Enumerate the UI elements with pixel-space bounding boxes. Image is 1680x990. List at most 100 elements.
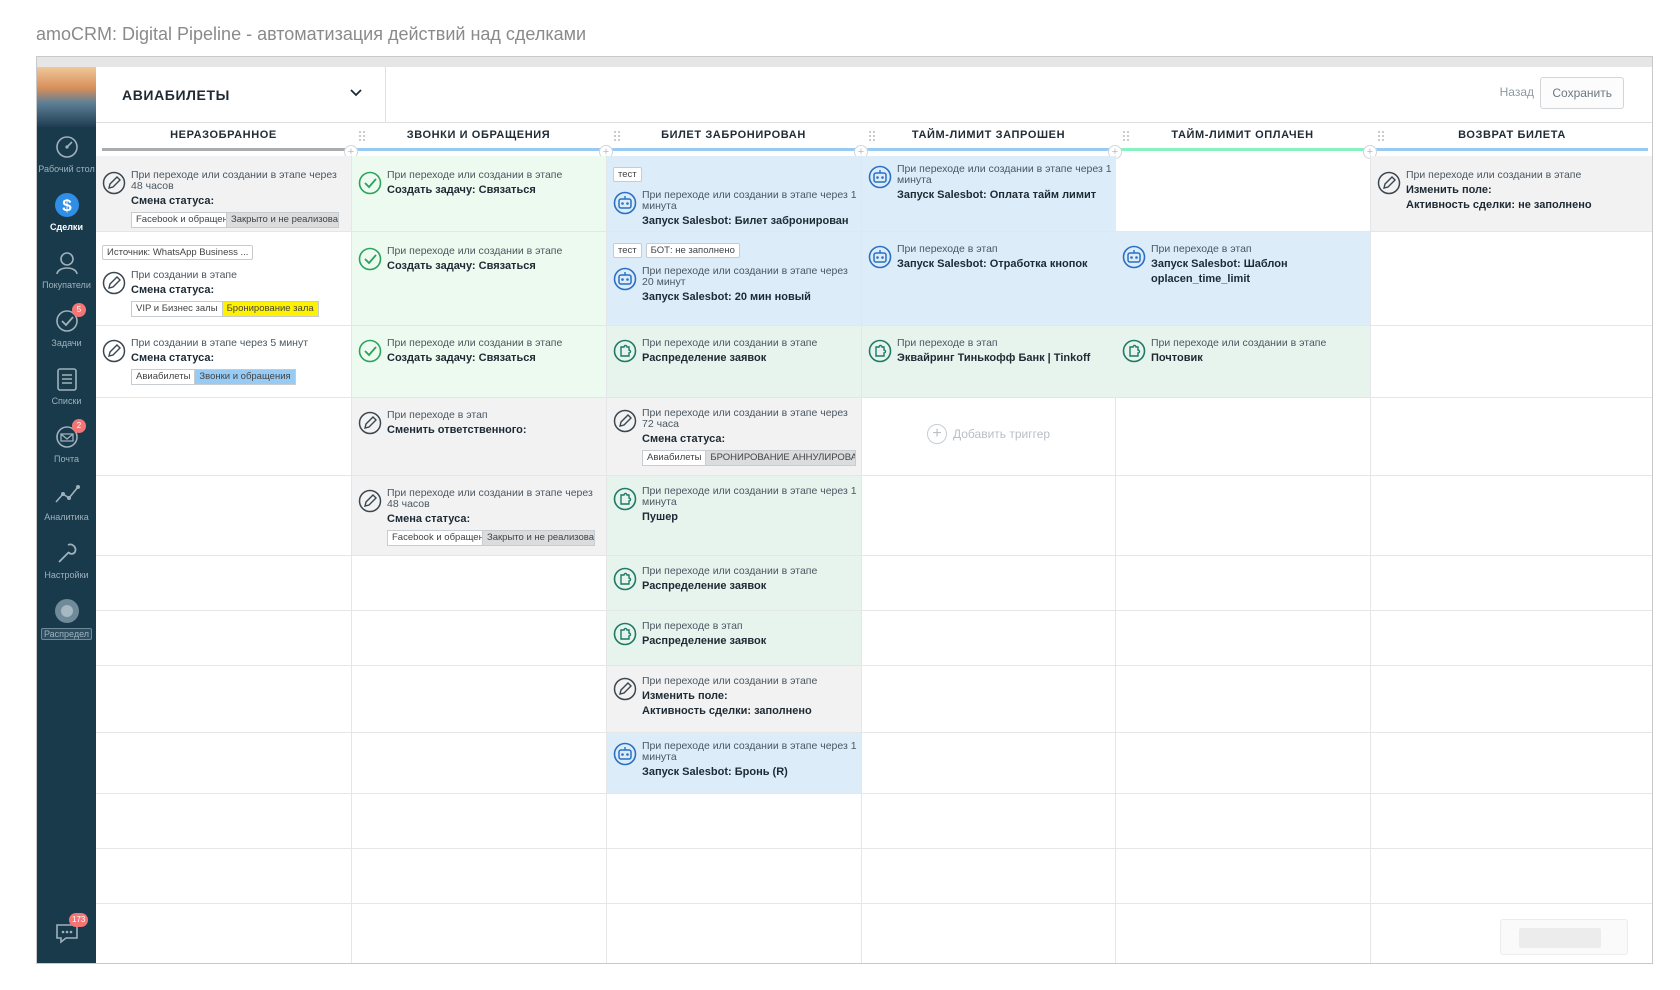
trigger[interactable]: При создании в этапе Смена статуса: VIP и … [102, 270, 347, 317]
column-header[interactable]: ЗВОНКИ И ОБРАЩЕНИЯ [351, 123, 606, 155]
chat-button[interactable]: 173 [37, 913, 96, 953]
trigger-cell[interactable]: При переходе или создании в этапе через … [862, 156, 1116, 231]
widget-icon [613, 339, 637, 363]
trigger[interactable]: При переходе или создании в этапе через … [358, 488, 602, 546]
trigger[interactable]: При переходе в этап Запуск Salesbot: Шабл… [1122, 244, 1366, 287]
condition-chip[interactable]: Источник: WhatsApp Business ... [102, 245, 254, 260]
trigger-cell[interactable]: При переходе или создании в этапе Почтови… [1116, 326, 1370, 397]
trigger[interactable]: При переходе или создании в этапе Создать… [358, 338, 602, 366]
trigger-cell[interactable]: При переходе или создании в этапе через … [352, 476, 606, 555]
trigger[interactable]: При переходе или создании в этапе через … [613, 266, 857, 305]
column-header[interactable]: БИЛЕТ ЗАБРОНИРОВАН [606, 123, 861, 155]
trigger-action: Эквайринг Тинькофф Банк | Tinkoff [897, 352, 1091, 364]
trigger-action: Почтовик [1151, 352, 1203, 364]
column-color-bar [1376, 148, 1648, 151]
sidebar-item-analytics[interactable]: Аналитика [37, 475, 96, 533]
trigger-cell[interactable]: тест БОТ: не заполнено При переходе или со… [607, 232, 861, 325]
column-header[interactable]: ТАЙМ-ЛИМИТ ЗАПРОШЕН [861, 123, 1116, 155]
trigger[interactable]: При переходе или создании в этапе Изменит… [613, 676, 857, 719]
trigger-cell[interactable]: При переходе или создании в этапе Изменит… [1371, 156, 1652, 231]
trigger[interactable]: При переходе или создании в этапе через … [868, 164, 1112, 203]
sidebar-item-tasks[interactable]: 5 Задачи [37, 301, 96, 359]
trigger-cell[interactable]: При переходе или создании в этапе Распред… [607, 326, 861, 397]
trigger-cell[interactable]: При переходе или создании в этапе Создать… [352, 326, 606, 397]
trigger-cell[interactable]: При переходе или создании в этапе через … [607, 398, 861, 475]
sidebar-item-label: Аналитика [44, 512, 89, 522]
trigger-cell[interactable]: При переходе или создании в этапе через … [607, 476, 861, 555]
condition-chip[interactable]: БОТ: не заполнено [645, 243, 740, 258]
trigger-cell[interactable]: Источник: WhatsApp Business ... При созда… [96, 232, 351, 325]
trigger-cell[interactable]: При переходе или создании в этапе через … [607, 733, 861, 793]
condition-chip[interactable]: тест [613, 167, 642, 182]
trigger-body: При переходе или создании в этапе через … [897, 164, 1112, 203]
trigger[interactable]: При переходе или создании в этапе через … [102, 170, 347, 228]
trigger[interactable]: При создании в этапе через 5 минут Смена … [102, 338, 347, 385]
trigger[interactable]: При переходе в этап Распределение заявок [613, 621, 857, 649]
trigger[interactable]: При переходе или создании в этапе через … [613, 190, 857, 231]
trigger-body: При переходе в этап Сменить ответственног… [387, 410, 527, 438]
user-avatar[interactable] [37, 67, 96, 127]
trigger-condition: При переходе или создании в этапе [642, 565, 818, 577]
condition-chip[interactable]: тест [613, 243, 642, 258]
trigger-cell[interactable]: При переходе или создании в этапе Создать… [352, 156, 606, 231]
trigger[interactable]: При переходе в этап Сменить ответственног… [358, 410, 602, 438]
edit-icon [358, 411, 382, 435]
edit-icon [102, 339, 126, 363]
back-button[interactable]: Назад [1500, 85, 1534, 99]
add-trigger-button[interactable]: + Добавить триггер [927, 424, 1050, 444]
trigger-condition: При переходе или создании в этапе [642, 675, 818, 687]
trigger[interactable]: При переходе или создании в этапе Почтови… [1122, 338, 1366, 366]
trigger-cell[interactable]: При переходе или создании в этапе Изменит… [607, 666, 861, 732]
sidebar-item-distribution[interactable]: Распредел [37, 591, 96, 649]
sidebar-item-deals[interactable]: $ Сделки [37, 185, 96, 243]
sidebar-item-settings[interactable]: Настройки [37, 533, 96, 591]
trigger[interactable]: При переходе или создании в этапе Распред… [613, 566, 857, 594]
sidebar-item-dashboard[interactable]: Рабочий стол [37, 127, 96, 185]
save-button[interactable]: Сохранить [1540, 77, 1624, 109]
trigger-cell[interactable]: При переходе в этап Сменить ответственног… [352, 398, 606, 475]
column-header[interactable]: ВОЗВРАТ БИЛЕТА [1370, 123, 1652, 155]
pipeline-tag: Авиабилеты [642, 450, 707, 466]
sidebar-item-mail[interactable]: 2 Почта [37, 417, 96, 475]
trigger[interactable]: При переходе в этап Эквайринг Тинькофф Ба… [868, 338, 1112, 366]
trigger-cell[interactable]: При переходе или создании в этапе Создать… [352, 232, 606, 325]
trigger-cell[interactable]: При переходе в этап Распределение заявок [607, 611, 861, 665]
trigger[interactable]: При переходе или создании в этапе Создать… [358, 170, 602, 198]
app-window: Рабочий стол $ Сделки Покупатели 5 Задач… [36, 56, 1653, 964]
window-top-strip [37, 57, 1652, 67]
condition-chips: тест [613, 164, 646, 182]
drag-handle-icon[interactable] [1123, 131, 1131, 143]
trigger-cell[interactable]: При переходе или создании в этапе через … [96, 156, 351, 231]
trigger-cell[interactable]: тест При переходе или создании в этапе че… [607, 156, 861, 231]
sidebar-item-customers[interactable]: Покупатели [37, 243, 96, 301]
pipeline-selector[interactable]: АВИАБИЛЕТЫ [96, 67, 386, 123]
trigger-cell[interactable]: При переходе в этап Запуск Salesbot: Шабл… [1116, 232, 1370, 325]
condition-chips: тест БОТ: не заполнено [613, 240, 744, 258]
drag-handle-icon[interactable] [1378, 131, 1386, 143]
footer-widget[interactable] [1500, 919, 1628, 955]
trigger-cell[interactable]: При переходе в этап Эквайринг Тинькофф Ба… [862, 326, 1116, 397]
trigger[interactable]: При переходе в этап Запуск Salesbot: Отра… [868, 244, 1112, 272]
sidebar-item-lists[interactable]: Списки [37, 359, 96, 417]
trigger-cell[interactable]: При переходе или создании в этапе Распред… [607, 556, 861, 610]
trigger[interactable]: При переходе или создании в этапе через … [613, 408, 857, 466]
trigger[interactable]: При переходе или создании в этапе через … [613, 486, 857, 525]
trigger-condition: При переходе или создании в этапе [642, 337, 818, 349]
trigger-cell[interactable]: При переходе в этап Запуск Salesbot: Отра… [862, 232, 1116, 325]
trigger-cell[interactable]: При создании в этапе через 5 минут Смена … [96, 326, 351, 397]
trigger[interactable]: При переходе или создании в этапе Изменит… [1377, 170, 1650, 213]
drag-handle-icon[interactable] [359, 131, 367, 143]
drag-handle-icon[interactable] [614, 131, 622, 143]
trigger[interactable]: При переходе или создании в этапе Распред… [613, 338, 857, 366]
trigger-action: Смена статуса: [642, 433, 726, 445]
tasks-badge: 5 [72, 303, 86, 317]
drag-handle-icon[interactable] [869, 131, 877, 143]
row-divider [96, 610, 1652, 611]
trigger[interactable]: При переходе или создании в этапе Создать… [358, 246, 602, 274]
status-path: Авиабилеты Звонки и обращения [131, 369, 308, 385]
plus-icon: + [927, 424, 947, 444]
trigger[interactable]: При переходе или создании в этапе через … [613, 741, 857, 780]
column-header[interactable]: НЕРАЗОБРАННОЕ [96, 123, 351, 155]
column-header[interactable]: ТАЙМ-ЛИМИТ ОПЛАЧЕН [1115, 123, 1370, 155]
column-color-bar [357, 148, 600, 151]
